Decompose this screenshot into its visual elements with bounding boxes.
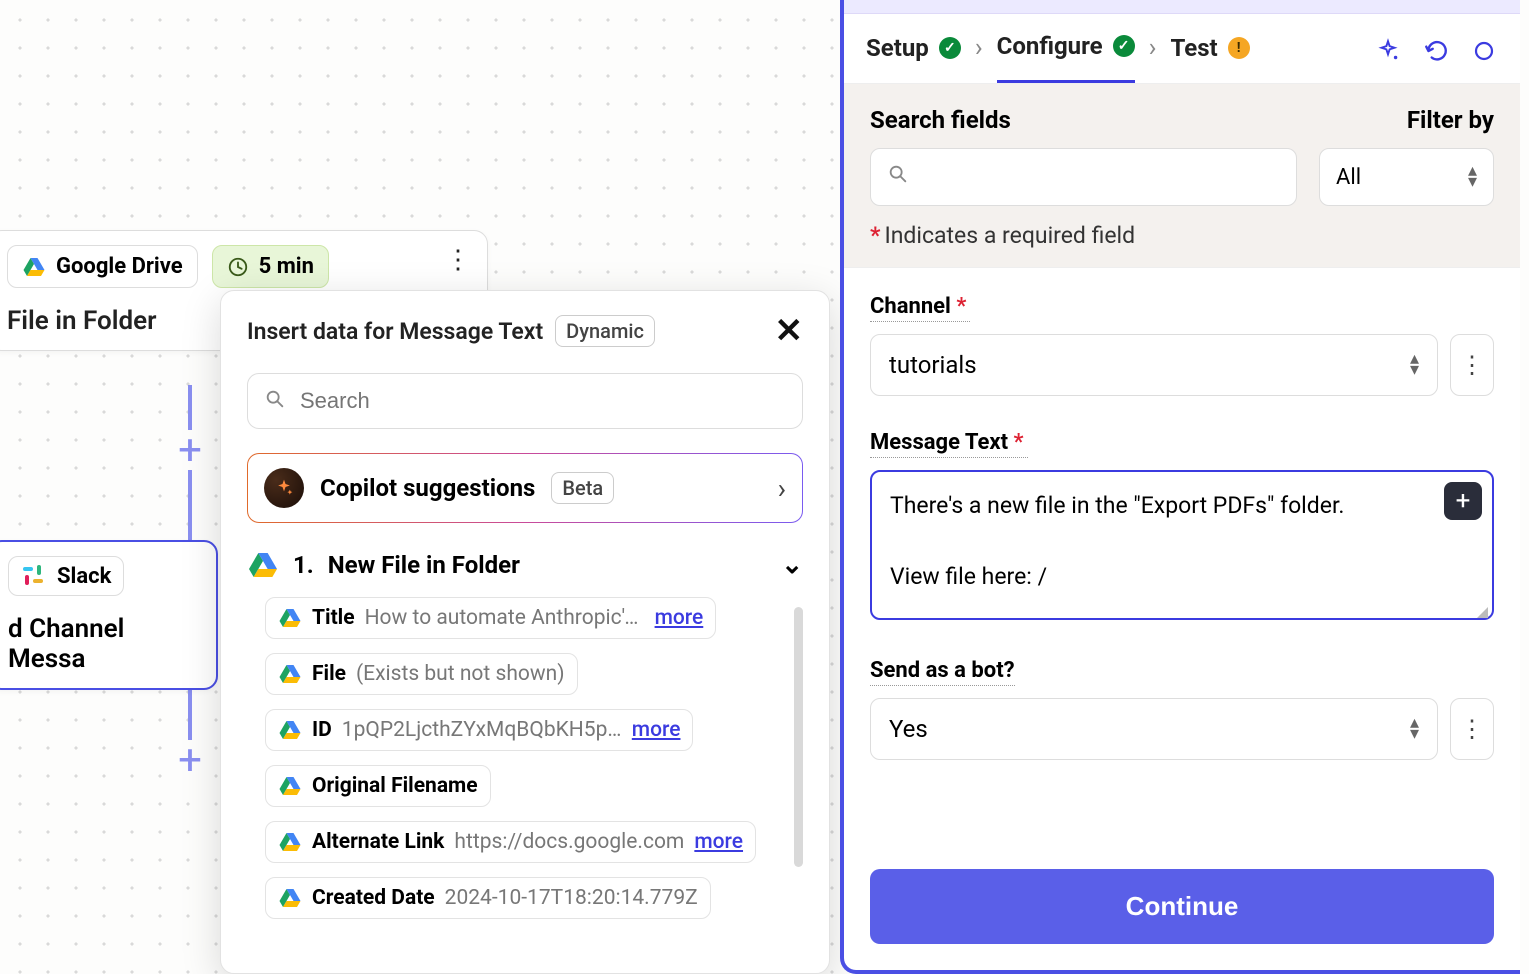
- tab-setup[interactable]: Setup ✓: [866, 34, 961, 82]
- tab-configure[interactable]: Configure ✓: [997, 32, 1135, 83]
- field-list: Title How to automate Anthropic's Clau mor…: [247, 597, 785, 919]
- reset-button[interactable]: [1470, 37, 1498, 65]
- warning-icon: !: [1228, 37, 1250, 59]
- continue-button[interactable]: Continue: [870, 869, 1494, 944]
- field-name: Original Filename: [312, 774, 478, 798]
- action-subtitle: d Channel Messa: [8, 614, 198, 674]
- sparkle-icon: [264, 468, 304, 508]
- more-link[interactable]: more: [655, 606, 704, 630]
- interval-chip[interactable]: 5 min: [212, 245, 329, 288]
- filter-select[interactable]: All ▴▾: [1319, 148, 1494, 206]
- chevron-down-icon: ⌄: [781, 550, 803, 580]
- field-name: Title: [312, 606, 355, 630]
- field-value: 2024-10-17T18:20:14.779Z: [445, 886, 698, 910]
- group-index: 1.: [293, 551, 314, 579]
- panel-top-strip: [844, 0, 1520, 14]
- check-icon: ✓: [1113, 35, 1135, 57]
- popup-title: Insert data for Message Text: [247, 318, 543, 345]
- action-node-slack[interactable]: Slack d Channel Messa: [0, 540, 218, 690]
- data-group-header[interactable]: 1. New File in Folder ⌄: [247, 549, 803, 581]
- send-as-bot-options-button[interactable]: ⋮: [1450, 698, 1494, 760]
- tab-test[interactable]: Test !: [1170, 34, 1249, 82]
- google-drive-icon: [22, 255, 46, 279]
- copilot-suggestions-row[interactable]: Copilot suggestions Beta ›: [247, 453, 803, 523]
- data-field-chip[interactable]: Original Filename: [265, 765, 491, 807]
- select-caret-icon: ▴▾: [1468, 166, 1477, 188]
- configure-panel: Setup ✓ › Configure ✓ › Test ! Search fi…: [840, 0, 1520, 974]
- message-text-label: Message Text *: [870, 430, 1028, 458]
- field-name: ID: [312, 718, 332, 742]
- interval-label: 5 min: [259, 254, 314, 279]
- send-as-bot-field: Send as a bot? Yes ▴▾ ⋮: [870, 658, 1494, 760]
- more-link[interactable]: more: [694, 830, 743, 854]
- more-link[interactable]: more: [632, 718, 681, 742]
- field-name: Created Date: [312, 886, 435, 910]
- slack-icon: [21, 563, 47, 589]
- chevron-right-icon: ›: [975, 33, 983, 83]
- google-drive-icon: [247, 549, 279, 581]
- message-text-input[interactable]: [870, 470, 1494, 620]
- ai-sparkle-button[interactable]: [1374, 37, 1402, 65]
- dynamic-badge[interactable]: Dynamic: [555, 315, 655, 347]
- select-caret-icon: ▴▾: [1410, 354, 1419, 376]
- filter-value: All: [1336, 165, 1361, 190]
- search-fields-label: Search fields: [870, 106, 1011, 134]
- insert-data-popup: Insert data for Message Text Dynamic ✕ C…: [220, 290, 830, 974]
- group-name: New File in Folder: [328, 551, 520, 579]
- search-icon: [887, 163, 909, 191]
- check-icon: ✓: [939, 37, 961, 59]
- clock-icon: [227, 256, 249, 278]
- scrollbar[interactable]: [794, 607, 803, 867]
- app-chip-slack[interactable]: Slack: [8, 556, 124, 596]
- field-search[interactable]: [300, 388, 786, 414]
- field-value: 1pQP2LjcthZYxMqBQbKH5prnYwza: [342, 718, 622, 742]
- channel-field: Channel * tutorials ▴▾ ⋮: [870, 294, 1494, 396]
- channel-options-button[interactable]: ⋮: [1450, 334, 1494, 396]
- add-step-button[interactable]: +: [170, 740, 210, 780]
- data-field-chip[interactable]: ID 1pQP2LjcthZYxMqBQbKH5prnYwza more: [265, 709, 693, 751]
- node-menu-button[interactable]: ⋮: [445, 255, 471, 265]
- data-field-chip[interactable]: Alternate Link https://docs.google.com mor…: [265, 821, 756, 863]
- channel-label: Channel *: [870, 294, 970, 322]
- field-name: File: [312, 662, 346, 686]
- message-text-field: Message Text * +: [870, 430, 1494, 624]
- close-icon[interactable]: ✕: [775, 311, 804, 351]
- channel-select[interactable]: tutorials ▴▾: [870, 334, 1438, 396]
- select-caret-icon: ▴▾: [1410, 718, 1419, 740]
- send-as-bot-label: Send as a bot?: [870, 658, 1015, 686]
- field-name: Alternate Link: [312, 830, 444, 854]
- beta-badge: Beta: [551, 472, 614, 504]
- insert-data-button[interactable]: +: [1444, 482, 1482, 520]
- resize-handle[interactable]: [1474, 604, 1488, 618]
- field-value: (Exists but not shown): [356, 662, 565, 686]
- app-chip-google-drive[interactable]: Google Drive: [7, 245, 198, 288]
- data-field-chip[interactable]: File (Exists but not shown): [265, 653, 578, 695]
- copilot-title: Copilot suggestions: [320, 474, 535, 502]
- channel-value: tutorials: [889, 351, 977, 379]
- chevron-right-icon: ›: [1149, 33, 1157, 83]
- data-field-chip[interactable]: Title How to automate Anthropic's Clau mor…: [265, 597, 716, 639]
- filter-by-label: Filter by: [1407, 106, 1494, 134]
- search-icon: [264, 388, 286, 414]
- app-label: Google Drive: [56, 254, 183, 279]
- send-as-bot-select[interactable]: Yes ▴▾: [870, 698, 1438, 760]
- send-as-bot-value: Yes: [889, 715, 928, 743]
- field-value: https://docs.google.com: [454, 830, 684, 854]
- field-value: How to automate Anthropic's Clau: [365, 606, 645, 630]
- undo-button[interactable]: [1422, 37, 1450, 65]
- add-step-button[interactable]: +: [170, 430, 210, 470]
- data-field-chip[interactable]: Created Date 2024-10-17T18:20:14.779Z: [265, 877, 711, 919]
- fields-search-input[interactable]: [870, 148, 1297, 206]
- required-note: *Indicates a required field: [870, 222, 1494, 249]
- app-label: Slack: [57, 564, 111, 589]
- chevron-right-icon: ›: [778, 472, 786, 505]
- field-search-input[interactable]: [247, 373, 803, 429]
